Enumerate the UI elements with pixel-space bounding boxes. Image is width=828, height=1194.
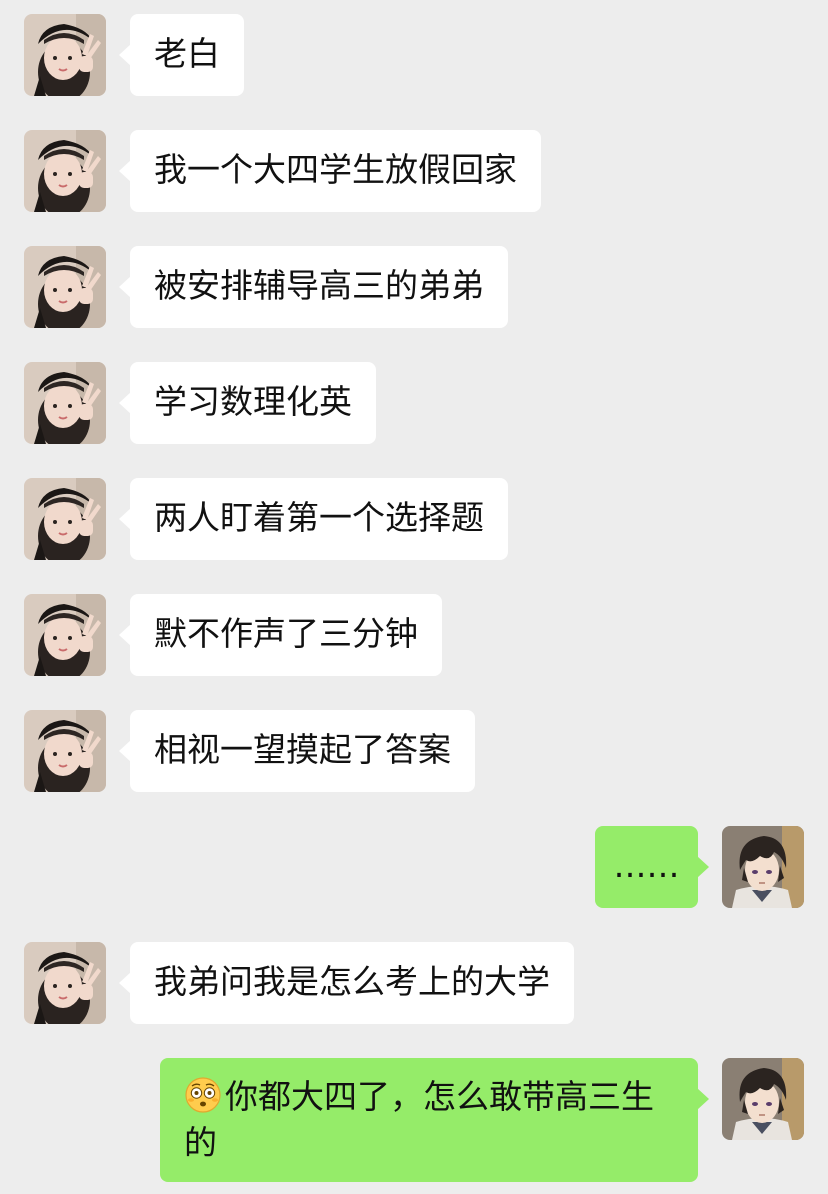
chat-message-list[interactable]: 老白 我一个大四学生放假回家 被安排辅导高三的弟弟 学习数理化英 两人盯着第一个… bbox=[0, 0, 828, 1194]
message-bubble[interactable]: 你都大四了，怎么敢带高三生的 bbox=[160, 1058, 709, 1182]
message-text: 你都大四了，怎么敢带高三生的 bbox=[184, 1077, 654, 1162]
flushed-face-emoji-icon bbox=[184, 1076, 222, 1114]
message-text: 我弟问我是怎么考上的大学 bbox=[154, 962, 550, 1001]
message-bubble[interactable]: 老白 bbox=[119, 14, 244, 96]
girl-beret-avatar-icon[interactable] bbox=[24, 710, 106, 792]
girl-beret-avatar-icon[interactable] bbox=[24, 594, 106, 676]
message-text: 被安排辅导高三的弟弟 bbox=[154, 266, 484, 305]
girl-beret-avatar-icon[interactable] bbox=[24, 478, 106, 560]
message-text: 学习数理化英 bbox=[154, 382, 352, 421]
message-text: 相视一望摸起了答案 bbox=[154, 730, 451, 769]
message-bubble[interactable]: 我一个大四学生放假回家 bbox=[119, 130, 541, 212]
message-text: 两人盯着第一个选择题 bbox=[154, 498, 484, 537]
message-bubble[interactable]: 学习数理化英 bbox=[119, 362, 376, 444]
message-text: …… bbox=[613, 846, 680, 885]
message-text: 老白 bbox=[154, 34, 220, 73]
message-bubble[interactable]: 被安排辅导高三的弟弟 bbox=[119, 246, 508, 328]
message-text: 我一个大四学生放假回家 bbox=[154, 150, 517, 189]
anime-boy-avatar-icon[interactable] bbox=[722, 826, 804, 908]
message-bubble[interactable]: 默不作声了三分钟 bbox=[119, 594, 442, 676]
message-bubble[interactable]: 两人盯着第一个选择题 bbox=[119, 478, 508, 560]
girl-beret-avatar-icon[interactable] bbox=[24, 942, 106, 1024]
girl-beret-avatar-icon[interactable] bbox=[24, 246, 106, 328]
girl-beret-avatar-icon[interactable] bbox=[24, 130, 106, 212]
anime-boy-avatar-icon[interactable] bbox=[722, 1058, 804, 1140]
message-bubble[interactable]: 相视一望摸起了答案 bbox=[119, 710, 475, 792]
message-text: 默不作声了三分钟 bbox=[154, 614, 418, 653]
girl-beret-avatar-icon[interactable] bbox=[24, 362, 106, 444]
message-bubble[interactable]: …… bbox=[595, 826, 709, 908]
message-bubble[interactable]: 我弟问我是怎么考上的大学 bbox=[119, 942, 574, 1024]
girl-beret-avatar-icon[interactable] bbox=[24, 14, 106, 96]
